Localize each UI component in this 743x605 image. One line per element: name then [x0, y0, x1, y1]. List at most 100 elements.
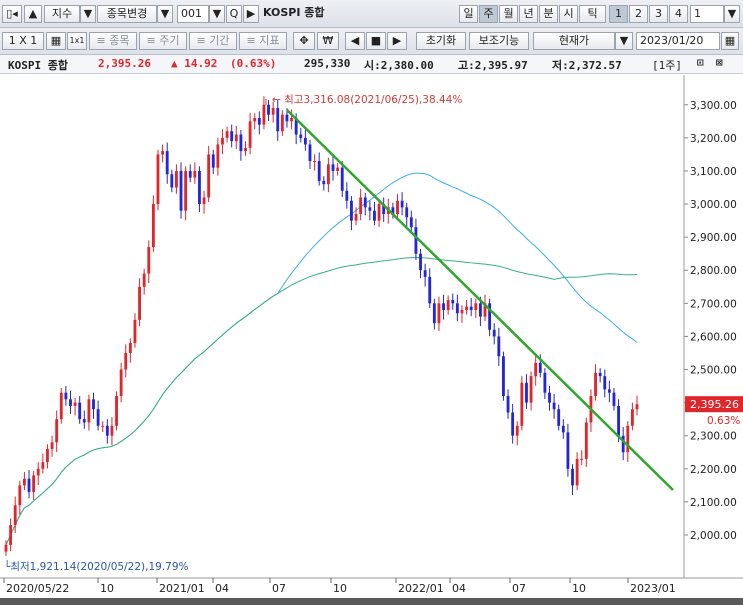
candle-body: [506, 395, 510, 413]
width-adjust-icon[interactable]: ₩: [317, 32, 339, 50]
x-tick-label: 10: [572, 582, 586, 595]
chevron-down-icon[interactable]: ▼: [157, 5, 173, 23]
candle-body: [405, 207, 409, 218]
rewind-icon[interactable]: ◀: [345, 32, 365, 50]
candle-body: [543, 372, 547, 393]
info-volume: 295,330: [304, 57, 351, 70]
chevron-down-icon[interactable]: ▼: [615, 32, 633, 50]
period-button-monthly[interactable]: 월: [499, 5, 518, 23]
y-tick-label: 2,700.00: [690, 298, 737, 310]
candle-body: [548, 392, 551, 403]
period-button-minute[interactable]: 분: [539, 5, 558, 23]
candle-body: [561, 425, 565, 433]
number-button-1[interactable]: 1: [609, 5, 628, 23]
candle-body: [571, 468, 574, 486]
last-pct-label: 0.63%: [707, 415, 740, 427]
crosshair-icon[interactable]: ✥: [293, 32, 315, 50]
last-price-label: 2,395.26: [690, 398, 739, 411]
menu-indicator-button[interactable]: ≡ 지표: [239, 32, 287, 50]
candle-body: [257, 118, 261, 125]
candle-body: [23, 478, 26, 486]
candle-body: [221, 137, 224, 145]
candle-body: [303, 137, 307, 145]
symbol-code-input[interactable]: 001: [177, 5, 209, 23]
candle-body: [331, 164, 335, 171]
candle-body: [92, 399, 95, 410]
candle-body: [234, 134, 238, 142]
period-count-input[interactable]: 1: [690, 5, 724, 23]
number-button-3[interactable]: 3: [649, 5, 668, 23]
y-tick-label: 3,200.00: [690, 133, 737, 145]
candle-body: [520, 382, 524, 426]
date-input[interactable]: 2023/01/20: [636, 32, 720, 50]
candle-body: [128, 343, 132, 353]
index-type-select[interactable]: 지수: [44, 5, 80, 23]
menu-symbol-button[interactable]: ≡ 종목: [89, 32, 137, 50]
menu-icon: ≡: [96, 34, 110, 47]
menu-range-button[interactable]: ≡ 기간: [189, 32, 237, 50]
candle-body: [267, 104, 270, 115]
forward-icon[interactable]: ▶: [387, 32, 407, 50]
candle-body: [230, 131, 234, 142]
candle-body: [534, 362, 538, 377]
candle-body: [322, 180, 326, 185]
menu-indicator-label: 지표: [259, 34, 280, 47]
stop-icon[interactable]: ■: [366, 32, 386, 50]
candle-body: [96, 409, 100, 426]
grid-icon[interactable]: ▦: [46, 32, 66, 50]
change-symbol-select[interactable]: 종목변경: [97, 5, 157, 23]
candle-body: [350, 200, 353, 221]
period-button-weekly[interactable]: 주: [479, 5, 498, 23]
y-tick-label: 3,100.00: [690, 166, 737, 178]
window-close-icon[interactable]: ⊠: [716, 56, 723, 69]
candle-body: [239, 134, 243, 152]
candle-body: [460, 309, 464, 314]
candle-body: [557, 409, 561, 426]
auxiliary-functions-button[interactable]: 보조기능: [469, 32, 529, 50]
candle-body: [207, 154, 211, 198]
quote-info-bar: KOSPI 종합 2,395.26 ▲ 14.92 (0.63%) 295,33…: [0, 55, 743, 74]
reset-button[interactable]: 초기화: [416, 32, 466, 50]
period-button-yearly[interactable]: 년: [519, 5, 538, 23]
candle-body: [566, 432, 570, 469]
calendar-icon[interactable]: ▦: [721, 32, 739, 50]
candle-body: [529, 376, 533, 403]
collapse-up-icon[interactable]: ▲: [24, 5, 42, 23]
period-tag: [1주]: [652, 59, 682, 72]
candle-body: [478, 303, 482, 317]
split-ratio-button[interactable]: 1 X 1: [2, 32, 44, 50]
candle-body: [317, 161, 321, 181]
chevron-down-icon[interactable]: ▼: [724, 5, 740, 23]
menu-period-button[interactable]: ≡ 주기: [139, 32, 187, 50]
price-chart[interactable]: 3,300.00 3,200.00 3,100.00 3,000.00 2,900.00…: [0, 75, 743, 598]
search-icon[interactable]: Q: [226, 5, 242, 23]
candle-body: [617, 405, 620, 436]
candle-body: [69, 399, 72, 406]
y-tick-label: 2,100.00: [690, 497, 737, 509]
candle-body: [184, 170, 188, 211]
number-button-4[interactable]: 4: [669, 5, 688, 23]
candle-body: [340, 167, 344, 191]
window-restore-icon[interactable]: ⊡: [697, 56, 704, 69]
candle-body: [626, 425, 630, 453]
candle-body: [621, 435, 625, 453]
chevron-down-icon[interactable]: ▼: [209, 5, 225, 23]
number-button-2[interactable]: 2: [629, 5, 648, 23]
toolbar-top: ▯◂ ▲ 지수 ▼ 종목변경 ▼ 001 ▼ Q ▶ KOSPI 종합 일 주 …: [0, 0, 743, 28]
one-by-one-icon[interactable]: 1x1: [67, 32, 87, 50]
play-icon[interactable]: ▶: [243, 5, 259, 23]
period-button-tick[interactable]: 틱: [579, 5, 606, 23]
candle-body: [138, 286, 141, 320]
price-type-select[interactable]: 현재가: [533, 32, 615, 50]
layout-toggle-button[interactable]: ▯◂: [2, 5, 22, 23]
period-button-hour[interactable]: 시: [559, 5, 578, 23]
candle-body: [101, 425, 105, 427]
chevron-down-icon[interactable]: ▼: [80, 5, 96, 23]
candle-body: [4, 544, 8, 552]
period-button-daily[interactable]: 일: [459, 5, 478, 23]
candle-body: [193, 170, 197, 178]
candle-body: [354, 213, 358, 221]
candle-body: [414, 227, 418, 254]
x-tick-label: 2020/05/22: [6, 582, 69, 595]
candle-body: [110, 425, 114, 436]
